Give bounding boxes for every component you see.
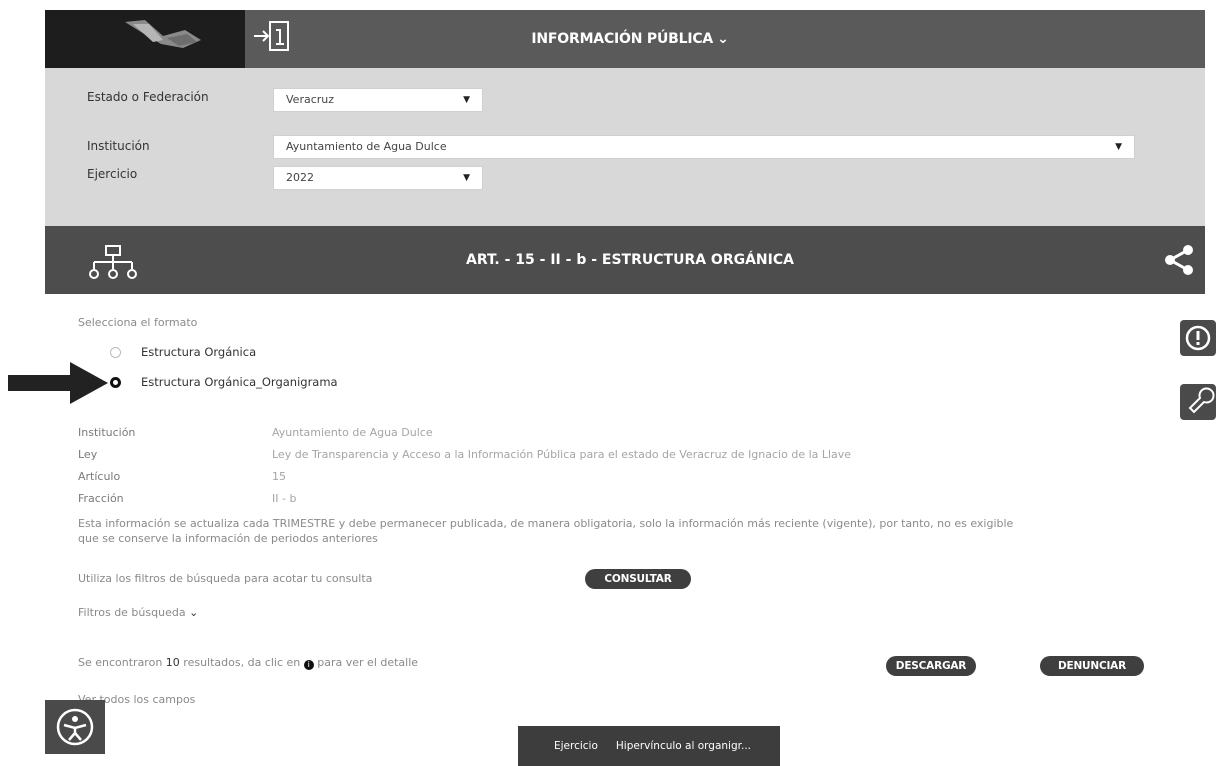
info-articulo-value: 15: [272, 470, 286, 483]
menu-title: INFORMACIÓN PÚBLICA: [531, 31, 714, 47]
institucion-value: Ayuntamiento de Agua Dulce: [286, 140, 447, 153]
arrow-right-icon: [8, 362, 108, 404]
format-option-organigrama[interactable]: Estructura Orgánica_Organigrama: [110, 375, 338, 389]
results-suffix: para ver el detalle: [317, 656, 419, 669]
column-header-hipervinculo[interactable]: Hipervínculo al organigr...: [616, 740, 751, 752]
consultar-button[interactable]: CONSULTAR: [585, 569, 691, 589]
results-count: 10: [165, 656, 180, 669]
ejercicio-value: 2022: [286, 171, 314, 184]
info-ley-label: Ley: [78, 448, 98, 461]
estado-value: Veracruz: [286, 93, 335, 106]
org-chart-icon: [89, 245, 137, 279]
estado-label: Estado o Federación: [87, 90, 209, 104]
alert-button[interactable]: [1180, 320, 1216, 356]
chevron-down-icon: ⌄: [717, 31, 729, 47]
caret-down-icon: ▼: [1115, 142, 1122, 152]
accessibility-button[interactable]: [45, 700, 105, 754]
share-icon[interactable]: [1162, 243, 1196, 277]
info-institucion-value: Ayuntamiento de Agua Dulce: [272, 426, 433, 439]
update-notice-line: que se conserve la información de period…: [78, 532, 378, 545]
radio-button-selected[interactable]: [110, 376, 121, 388]
ejercicio-select[interactable]: 2022 ▼: [273, 166, 483, 190]
tools-button[interactable]: [1180, 384, 1216, 420]
login-icon[interactable]: [250, 18, 294, 54]
wrench-icon: [1188, 387, 1215, 414]
caret-down-icon: ▼: [463, 173, 470, 183]
caret-down-icon: ▼: [463, 95, 470, 105]
update-notice: Esta información se actualiza cada TRIME…: [78, 516, 1138, 546]
info-circle-icon: i: [303, 660, 314, 670]
exclamation-circle-icon: [1185, 325, 1211, 351]
results-middle: resultados, da clic en: [183, 656, 301, 669]
institucion-select[interactable]: Ayuntamiento de Agua Dulce ▼: [273, 135, 1135, 159]
option-label: Estructura Orgánica_Organigrama: [141, 375, 338, 389]
info-fraccion-label: Fracción: [78, 492, 124, 505]
estado-select[interactable]: Veracruz ▼: [273, 88, 483, 112]
search-filters-toggle[interactable]: Filtros de búsqueda ⌄: [78, 606, 198, 619]
info-institucion-label: Institución: [78, 426, 136, 439]
query-hint: Utiliza los filtros de búsqueda para aco…: [78, 572, 373, 585]
format-prompt: Selecciona el formato: [78, 316, 198, 329]
accessibility-icon: [56, 708, 94, 746]
descargar-button[interactable]: DESCARGAR: [886, 656, 976, 676]
column-header-ejercicio[interactable]: Ejercicio: [554, 740, 598, 752]
update-notice-line: Esta información se actualiza cada TRIME…: [78, 517, 1014, 530]
logo-mark-icon: [125, 20, 201, 48]
option-label: Estructura Orgánica: [141, 345, 257, 359]
radio-button[interactable]: [110, 346, 121, 358]
format-option-estructura-organica[interactable]: Estructura Orgánica: [110, 345, 256, 359]
ejercicio-label: Ejercicio: [87, 167, 138, 181]
info-fraccion-value: II - b: [272, 492, 297, 505]
info-articulo-label: Artículo: [78, 470, 121, 483]
info-ley-value: Ley de Transparencia y Acceso a la Infor…: [272, 448, 852, 461]
institucion-label: Institución: [87, 139, 150, 153]
results-table-header: Ejercicio Hipervínculo al organigr...: [518, 726, 780, 766]
filters-toggle-label: Filtros de búsqueda: [78, 606, 186, 619]
informacion-publica-menu[interactable]: INFORMACIÓN PÚBLICA ⌄: [490, 10, 770, 68]
chevron-down-icon: ⌄: [189, 606, 199, 619]
results-summary: Se encontraron 10 resultados, da clic en…: [78, 656, 418, 670]
section-title: ART. - 15 - II - b - ESTRUCTURA ORGÁNICA: [466, 252, 794, 268]
denunciar-button[interactable]: DENUNCIAR: [1040, 656, 1144, 676]
results-prefix: Se encontraron: [78, 656, 163, 669]
logo[interactable]: [45, 10, 245, 68]
